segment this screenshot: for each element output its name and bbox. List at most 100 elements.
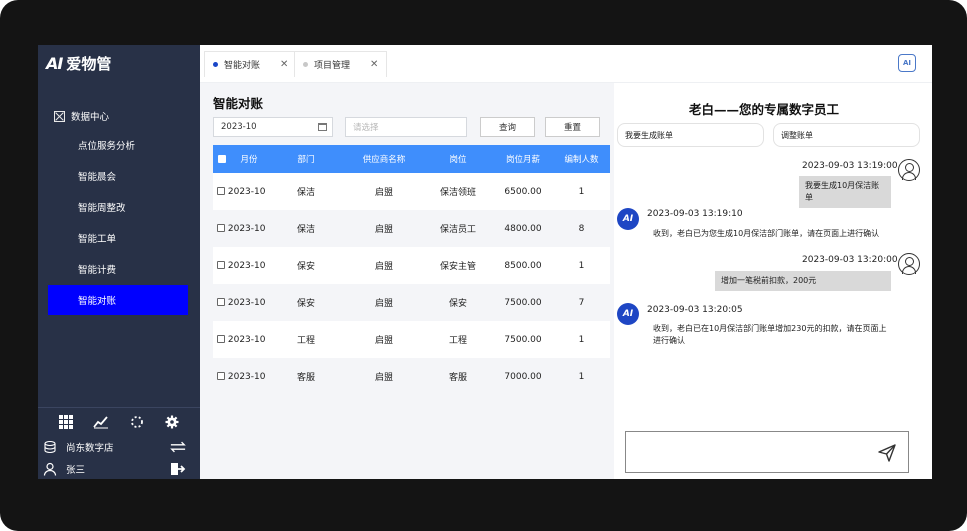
message-timestamp: 2023-09-03 13:19:00	[802, 161, 898, 171]
col-headcount[interactable]: 编制人数	[553, 145, 610, 173]
col-month[interactable]: 月份	[231, 145, 267, 173]
cell-month: 2023-10	[213, 284, 267, 321]
apps-grid-icon[interactable]	[58, 414, 74, 430]
table-row[interactable]: 2023-10 客服 启盟 客服 7000.00 1	[213, 358, 610, 395]
table-row[interactable]: 2023-10 工程 启盟 工程 7500.00 1	[213, 321, 610, 358]
menu-group-label: 数据中心	[71, 112, 110, 123]
quick-reply-generate-bill[interactable]: 我要生成账单	[617, 123, 764, 147]
settings-gear-icon[interactable]	[164, 414, 180, 430]
table-row[interactable]: 2023-10 保安 启盟 保安主管 8500.00 1	[213, 247, 610, 284]
cell-month: 2023-10	[213, 321, 267, 358]
cell-headcount: 1	[553, 321, 610, 358]
user-icon	[42, 461, 58, 477]
assistant-chat-panel: 老白——您的专属数字员工 我要生成账单 调整账单 2023-09-03 13:1…	[614, 83, 932, 479]
row-checkbox[interactable]	[217, 261, 225, 269]
cell-month: 2023-10	[213, 210, 267, 247]
month-value: 2023-10	[221, 122, 257, 132]
table-row[interactable]: 2023-10 保安 启盟 保安 7500.00 7	[213, 284, 610, 321]
reconciliation-table: 月份 部门 供应商名称 岗位 岗位月薪 编制人数 2023-10 保洁 启盟 保…	[213, 145, 610, 395]
cell-post: 保洁领班	[423, 173, 493, 210]
chat-title: 老白——您的专属数字员工	[688, 102, 839, 117]
reconciliation-panel: 智能对账 2023-10 请选择 查询 重置 月份 部门 供应商名称 岗位 岗位…	[200, 83, 614, 479]
row-checkbox[interactable]	[217, 372, 225, 380]
cell-department: 保洁	[267, 173, 345, 210]
trend-chart-icon[interactable]	[93, 414, 109, 430]
col-post[interactable]: 岗位	[423, 145, 493, 173]
sidebar-tool-row	[38, 408, 200, 436]
sidebar-item-point-analysis[interactable]: 点位服务分析	[38, 130, 188, 160]
logo-text: 爱物管	[66, 54, 112, 73]
col-salary[interactable]: 岗位月薪	[493, 145, 553, 173]
table-row[interactable]: 2023-10 保洁 启盟 保洁员工 4800.00 8	[213, 210, 610, 247]
sidebar-item-smart-meeting[interactable]: 智能晨会	[38, 161, 188, 191]
row-checkbox[interactable]	[217, 187, 225, 195]
menu-group-data-center[interactable]: 数据中心	[38, 103, 200, 129]
logo-mark: AI	[46, 53, 63, 73]
row-checkbox[interactable]	[217, 298, 225, 306]
cell-supplier: 启盟	[345, 358, 423, 395]
cell-supplier: 启盟	[345, 210, 423, 247]
cell-supplier: 启盟	[345, 284, 423, 321]
tab-label: 智能对账	[224, 61, 261, 71]
cell-month: 2023-10	[213, 247, 267, 284]
org-name: 尚东数字店	[66, 443, 114, 454]
month-text: 2023-10	[227, 334, 266, 345]
row-checkbox[interactable]	[217, 224, 225, 232]
tab-project-management[interactable]: 项目管理 ✕	[294, 51, 388, 77]
sidebar-item-reconciliation[interactable]: 智能对账	[48, 285, 188, 315]
query-button[interactable]: 查询	[480, 117, 535, 137]
month-text: 2023-10	[227, 297, 266, 308]
row-checkbox[interactable]	[217, 335, 225, 343]
cell-month: 2023-10	[213, 358, 267, 395]
cell-supplier: 启盟	[345, 173, 423, 210]
reset-button[interactable]: 重置	[545, 117, 600, 137]
cell-department: 保洁	[267, 210, 345, 247]
message-timestamp: 2023-09-03 13:20:05	[647, 305, 743, 315]
user-name: 张三	[66, 465, 86, 476]
bot-message: 收到，老白已为您生成10月保洁部门账单，请在页面上进行确认	[647, 224, 893, 244]
loading-spinner-icon[interactable]	[129, 414, 145, 430]
sidebar: AI 爱物管 数据中心 点位服务分析 智能晨会 智能周整改 智能工单 智能计费 …	[38, 45, 200, 479]
select-all-checkbox[interactable]	[218, 154, 226, 163]
sidebar-item-label: 点位服务分析	[78, 141, 136, 152]
cell-salary: 6500.00	[493, 173, 553, 210]
org-switch-row[interactable]: 尚东数字店	[38, 436, 200, 458]
sidebar-menu: 数据中心 点位服务分析 智能晨会 智能周整改 智能工单 智能计费 智能对账	[38, 103, 200, 315]
send-icon[interactable]	[878, 444, 896, 462]
cell-headcount: 8	[553, 210, 610, 247]
bot-avatar: AI	[617, 303, 639, 325]
col-department[interactable]: 部门	[267, 145, 345, 173]
close-icon[interactable]: ✕	[280, 59, 288, 70]
sidebar-item-billing[interactable]: 智能计费	[38, 254, 188, 284]
cell-post: 工程	[423, 321, 493, 358]
sidebar-item-work-order[interactable]: 智能工单	[38, 223, 188, 253]
quick-reply-adjust-bill[interactable]: 调整账单	[773, 123, 920, 147]
cell-supplier: 启盟	[345, 321, 423, 358]
col-supplier[interactable]: 供应商名称	[345, 145, 423, 173]
bot-avatar: AI	[617, 208, 639, 230]
table-row[interactable]: 2023-10 保洁 启盟 保洁领班 6500.00 1	[213, 173, 610, 210]
cell-supplier: 启盟	[345, 247, 423, 284]
cell-department: 工程	[267, 321, 345, 358]
sidebar-item-label: 智能工单	[78, 234, 117, 245]
month-picker[interactable]: 2023-10	[213, 117, 333, 137]
chat-input[interactable]	[625, 431, 909, 473]
tab-reconciliation[interactable]: 智能对账 ✕	[204, 51, 298, 77]
user-avatar	[898, 253, 920, 275]
close-icon[interactable]: ✕	[370, 59, 378, 70]
month-text: 2023-10	[227, 260, 266, 271]
sidebar-item-weekly-rectify[interactable]: 智能周整改	[38, 192, 188, 222]
logout-icon[interactable]	[170, 461, 186, 477]
supplier-select[interactable]: 请选择	[345, 117, 467, 137]
page-title: 智能对账	[213, 96, 264, 111]
switch-arrows-icon[interactable]	[170, 439, 186, 455]
tab-bar: 智能对账 ✕ 项目管理 ✕ AI	[200, 45, 932, 83]
app-logo: AI 爱物管	[46, 53, 111, 73]
message-timestamp: 2023-09-03 13:20:00	[802, 255, 898, 265]
tab-inactive-dot	[303, 62, 308, 67]
sidebar-bottom: 尚东数字店 张三	[38, 407, 200, 479]
cell-salary: 8500.00	[493, 247, 553, 284]
cell-post: 保洁员工	[423, 210, 493, 247]
cell-post: 保安	[423, 284, 493, 321]
assistant-hex-icon[interactable]: AI	[898, 54, 916, 72]
